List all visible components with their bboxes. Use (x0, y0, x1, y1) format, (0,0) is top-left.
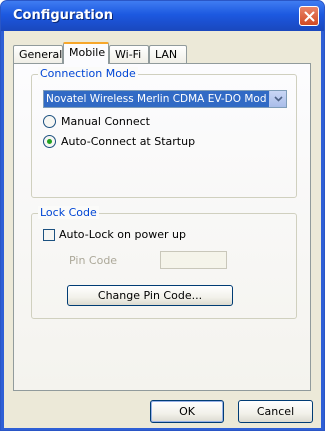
radio-button-selected[interactable] (43, 135, 56, 148)
close-icon (304, 11, 314, 21)
radio-button[interactable] (43, 115, 56, 128)
auto-lock-label: Auto-Lock on power up (59, 228, 186, 241)
auto-lock-checkbox[interactable] (43, 228, 55, 241)
auto-connect-label: Auto-Connect at Startup (61, 135, 196, 148)
tab-mobile[interactable]: Mobile (63, 42, 109, 64)
device-select[interactable]: Novatel Wireless Merlin CDMA EV-DO Modem (43, 90, 287, 108)
connection-mode-legend: Connection Mode (38, 67, 138, 80)
auto-lock-checkbox-row[interactable]: Auto-Lock on power up (43, 228, 186, 241)
ok-button[interactable]: OK (150, 400, 224, 423)
pin-code-label: Pin Code (69, 254, 118, 267)
dropdown-arrow-button[interactable] (269, 91, 286, 107)
tab-lan[interactable]: LAN (149, 45, 187, 63)
lock-code-group: Lock Code Auto-Lock on power up Pin Code… (31, 206, 297, 319)
chevron-down-icon (273, 96, 283, 102)
cancel-button[interactable]: Cancel (238, 400, 313, 423)
connection-mode-group: Connection Mode Novatel Wireless Merlin … (31, 67, 297, 198)
configuration-window: Configuration General Mobile Wi-Fi LAN C… (0, 0, 325, 431)
pin-code-input[interactable] (160, 251, 227, 269)
auto-connect-radio[interactable]: Auto-Connect at Startup (43, 135, 195, 148)
tab-strip: General Mobile Wi-Fi LAN (13, 42, 313, 64)
window-title: Configuration (13, 8, 113, 23)
manual-connect-label: Manual Connect (61, 115, 150, 128)
change-pin-code-button[interactable]: Change Pin Code... (67, 285, 233, 306)
tab-wifi[interactable]: Wi-Fi (109, 45, 149, 63)
tab-panel-mobile: Connection Mode Novatel Wireless Merlin … (13, 63, 311, 391)
close-button[interactable] (299, 6, 319, 26)
title-bar[interactable]: Configuration (1, 1, 324, 31)
lock-code-legend: Lock Code (38, 206, 99, 219)
dialog-body: General Mobile Wi-Fi LAN Connection Mode… (4, 31, 321, 428)
manual-connect-radio[interactable]: Manual Connect (43, 115, 150, 128)
device-select-value: Novatel Wireless Merlin CDMA EV-DO Modem (46, 93, 266, 105)
tab-general[interactable]: General (13, 45, 63, 63)
